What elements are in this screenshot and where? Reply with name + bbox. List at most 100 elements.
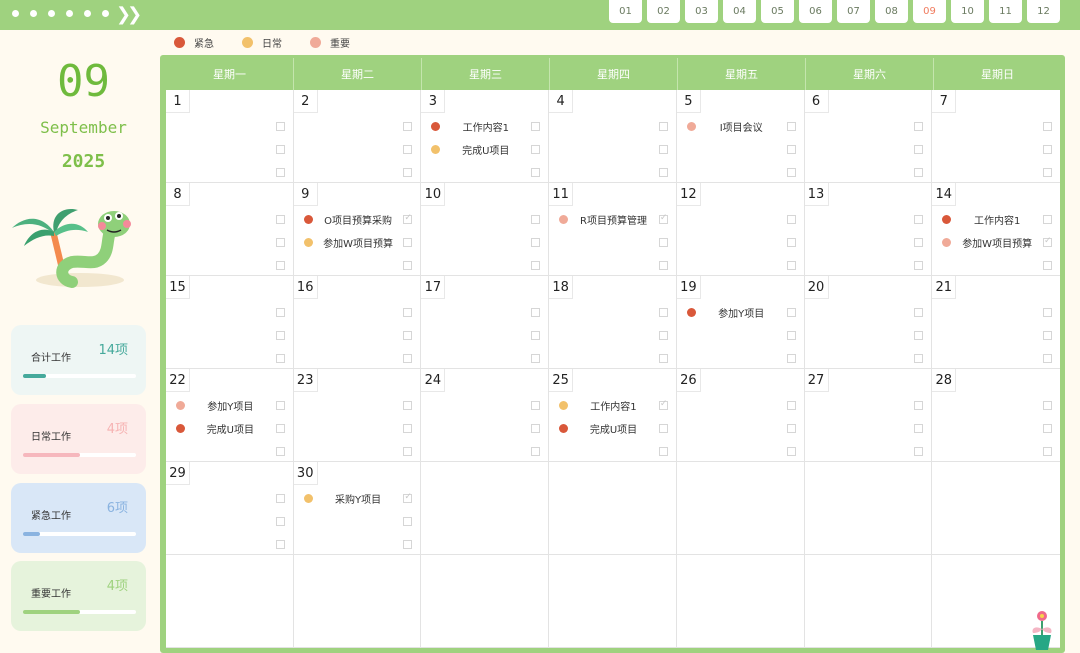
task-checkbox[interactable] [275, 237, 285, 247]
task-checkbox[interactable] [403, 167, 413, 177]
day-cell[interactable]: 24 [421, 369, 550, 462]
task-checkbox[interactable] [786, 121, 796, 131]
day-cell[interactable]: 1 [166, 90, 294, 183]
task-checkbox[interactable] [658, 399, 668, 410]
task-checkbox[interactable] [786, 400, 796, 410]
day-cell[interactable] [676, 462, 805, 555]
task-checkbox[interactable] [275, 516, 285, 526]
task-checkbox[interactable] [1043, 167, 1052, 177]
day-cell[interactable] [166, 555, 294, 648]
task-checkbox[interactable] [531, 446, 541, 456]
task-checkbox[interactable] [658, 237, 668, 247]
task-checkbox[interactable] [275, 353, 285, 363]
day-cell[interactable] [676, 555, 805, 648]
day-cell[interactable] [804, 462, 933, 555]
task-checkbox[interactable] [275, 400, 285, 410]
day-cell[interactable]: 8 [166, 183, 294, 276]
task-checkbox[interactable] [786, 330, 796, 340]
day-cell[interactable]: 30 采购Y项目 [293, 462, 422, 555]
task-checkbox[interactable] [658, 446, 668, 456]
task-checkbox[interactable] [531, 330, 541, 340]
task-checkbox[interactable] [531, 307, 541, 317]
task-checkbox[interactable] [275, 167, 285, 177]
task-checkbox[interactable] [403, 516, 413, 526]
task-checkbox[interactable] [531, 167, 541, 177]
task-checkbox[interactable] [786, 353, 796, 363]
task-checkbox[interactable] [531, 260, 541, 270]
task-checkbox[interactable] [658, 353, 668, 363]
day-cell[interactable]: 23 [293, 369, 422, 462]
task-checkbox[interactable] [914, 423, 924, 433]
task-checkbox[interactable] [1043, 144, 1052, 154]
day-cell[interactable]: 5 I项目会议 [676, 90, 805, 183]
task-checkbox[interactable] [275, 214, 285, 224]
task-checkbox[interactable] [531, 400, 541, 410]
task-checkbox[interactable] [914, 144, 924, 154]
task-checkbox[interactable] [403, 213, 413, 224]
day-cell[interactable]: 4 [549, 90, 677, 183]
task-checkbox[interactable] [786, 423, 796, 433]
day-cell[interactable]: 22 参加Y项目 完成U项目 [166, 369, 294, 462]
task-checkbox[interactable] [658, 423, 668, 433]
task-checkbox[interactable] [1043, 330, 1052, 340]
task-checkbox[interactable] [1043, 307, 1052, 317]
task-checkbox[interactable] [275, 446, 285, 456]
task-checkbox[interactable] [1043, 236, 1052, 247]
task-checkbox[interactable] [914, 307, 924, 317]
day-cell[interactable]: 19 参加Y项目 [676, 276, 805, 369]
task-checkbox[interactable] [403, 330, 413, 340]
task-checkbox[interactable] [658, 330, 668, 340]
day-cell[interactable]: 11 R项目预算管理 [549, 183, 677, 276]
task-checkbox[interactable] [403, 400, 413, 410]
day-cell[interactable]: 9 O项目预算采购参加W项目预算 [293, 183, 422, 276]
month-tab-02[interactable]: 02 [647, 0, 680, 23]
day-cell[interactable]: 29 [166, 462, 294, 555]
task-checkbox[interactable] [1043, 423, 1052, 433]
task-checkbox[interactable] [658, 167, 668, 177]
task-checkbox[interactable] [786, 260, 796, 270]
day-cell[interactable]: 27 [804, 369, 933, 462]
task-checkbox[interactable] [403, 121, 413, 131]
month-tab-09[interactable]: 09 [913, 0, 946, 23]
task-checkbox[interactable] [786, 446, 796, 456]
month-tab-10[interactable]: 10 [951, 0, 984, 23]
month-tab-05[interactable]: 05 [761, 0, 794, 23]
task-checkbox[interactable] [1043, 353, 1052, 363]
task-checkbox[interactable] [1043, 446, 1052, 456]
task-checkbox[interactable] [403, 144, 413, 154]
day-cell[interactable]: 12 [676, 183, 805, 276]
task-checkbox[interactable] [914, 167, 924, 177]
month-tab-07[interactable]: 07 [837, 0, 870, 23]
task-checkbox[interactable] [914, 330, 924, 340]
task-checkbox[interactable] [914, 353, 924, 363]
day-cell[interactable]: 17 [421, 276, 550, 369]
task-checkbox[interactable] [914, 237, 924, 247]
day-cell[interactable]: 26 [676, 369, 805, 462]
day-cell[interactable] [421, 462, 550, 555]
task-checkbox[interactable] [1043, 400, 1052, 410]
day-cell[interactable]: 16 [293, 276, 422, 369]
day-cell[interactable]: 14 工作内容1 参加W项目预算 [932, 183, 1060, 276]
day-cell[interactable] [549, 462, 677, 555]
day-cell[interactable]: 6 [804, 90, 933, 183]
task-checkbox[interactable] [275, 493, 285, 503]
day-cell[interactable]: 10 [421, 183, 550, 276]
task-checkbox[interactable] [1043, 121, 1052, 131]
day-cell[interactable]: 7 [932, 90, 1060, 183]
task-checkbox[interactable] [403, 446, 413, 456]
task-checkbox[interactable] [914, 214, 924, 224]
month-tab-03[interactable]: 03 [685, 0, 718, 23]
task-checkbox[interactable] [786, 144, 796, 154]
day-cell[interactable]: 21 [932, 276, 1060, 369]
task-checkbox[interactable] [403, 353, 413, 363]
task-checkbox[interactable] [658, 144, 668, 154]
task-checkbox[interactable] [403, 307, 413, 317]
task-checkbox[interactable] [403, 492, 413, 503]
month-tab-01[interactable]: 01 [609, 0, 642, 23]
task-checkbox[interactable] [914, 446, 924, 456]
task-checkbox[interactable] [275, 539, 285, 549]
task-checkbox[interactable] [275, 307, 285, 317]
day-cell[interactable] [804, 555, 933, 648]
task-checkbox[interactable] [786, 237, 796, 247]
day-cell[interactable] [421, 555, 550, 648]
